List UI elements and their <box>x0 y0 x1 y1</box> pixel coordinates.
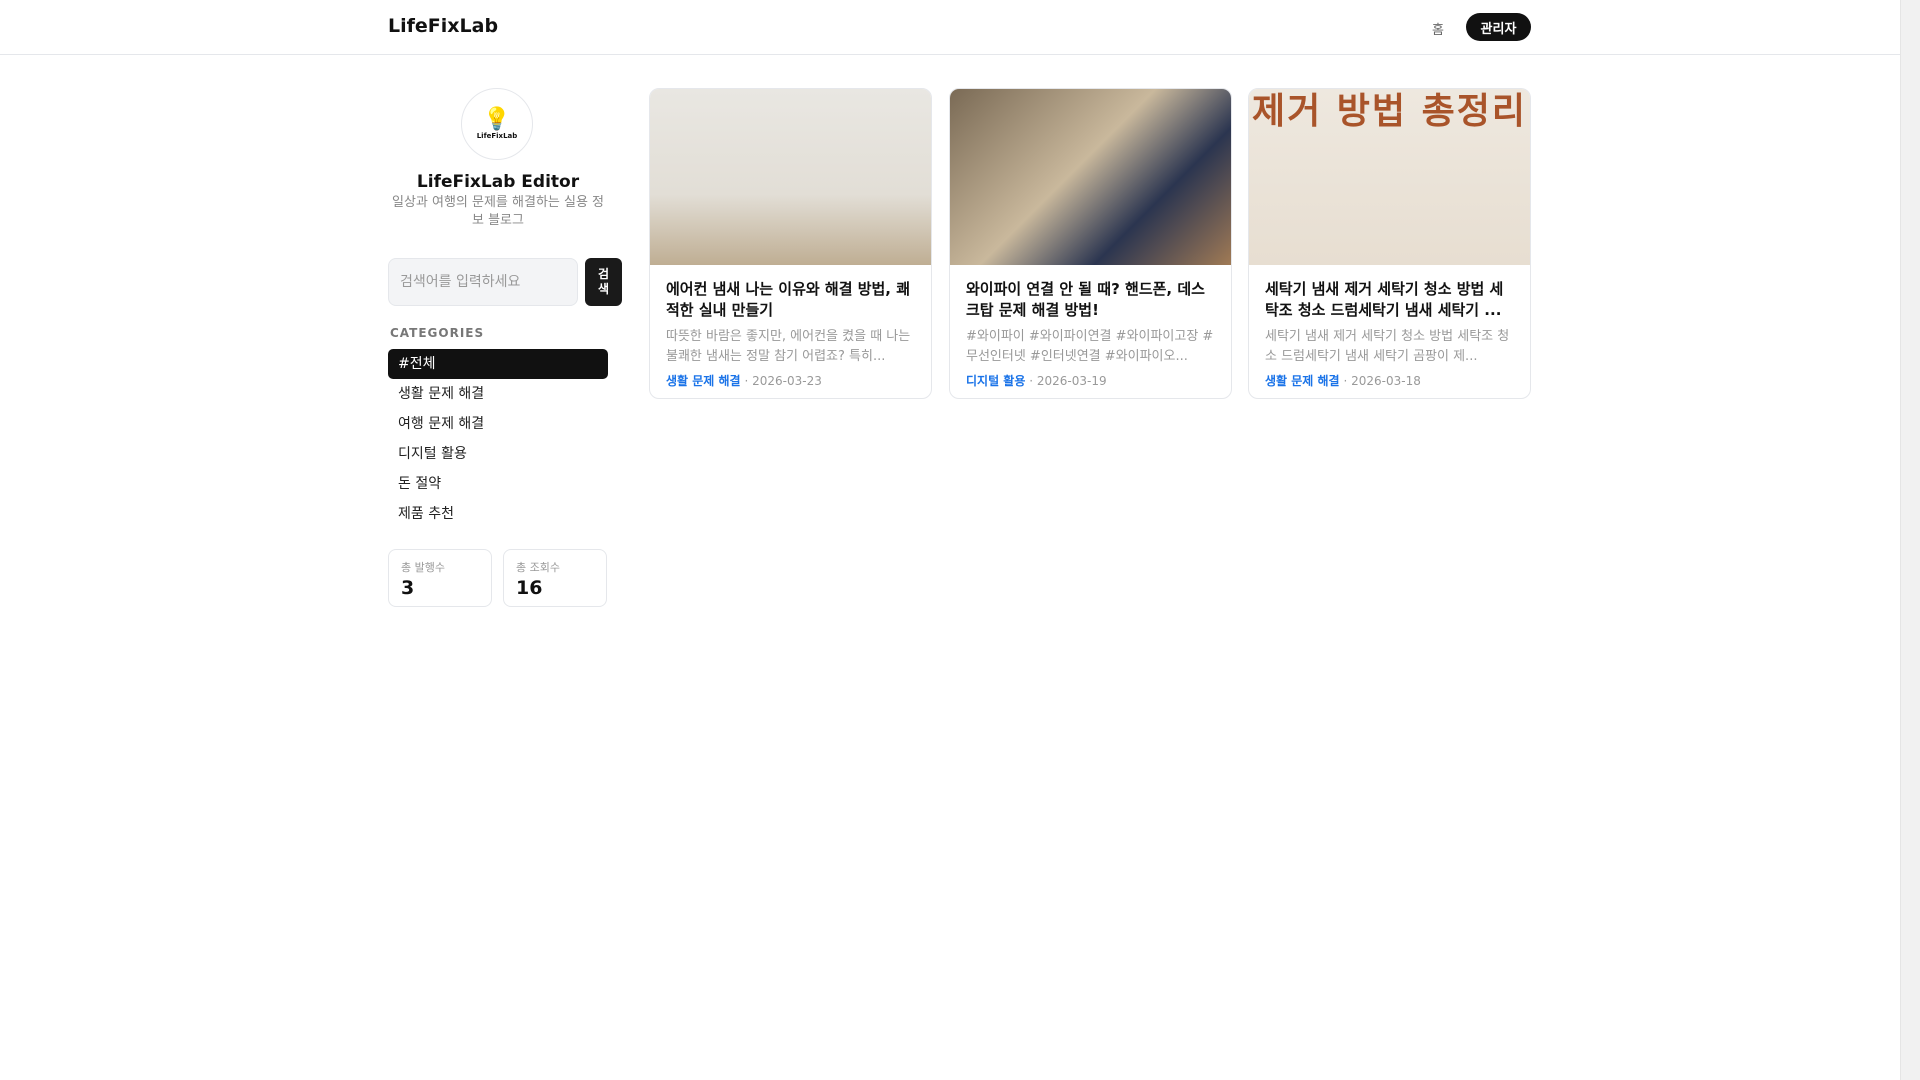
category-all[interactable]: #전체 <box>388 349 608 379</box>
stat-total-views: 총 조회수 16 <box>503 549 607 607</box>
admin-button[interactable]: 관리자 <box>1466 13 1531 41</box>
meta-separator: · <box>1343 374 1348 388</box>
stat-total-posts: 총 발행수 3 <box>388 549 492 607</box>
post-category[interactable]: 디지털 활용 <box>966 374 1025 388</box>
avatar: 💡 LifeFixLab <box>461 88 533 160</box>
category-travel[interactable]: 여행 문제 해결 <box>388 409 608 439</box>
post-card[interactable]: 에어컨 냄새 나는 이유와 해결 방법, 쾌적한 실내 만들기 따뜻한 바람은 … <box>649 88 932 399</box>
post-card[interactable]: 와이파이 연결 안 될 때? 핸드폰, 데스크탑 문제 해결 방법! #와이파이… <box>949 88 1232 399</box>
post-thumbnail[interactable] <box>950 89 1231 265</box>
category-life[interactable]: 생활 문제 해결 <box>388 379 608 409</box>
meta-separator: · <box>744 374 749 388</box>
top-header: LifeFixLab 홈 관리자 <box>0 0 1900 55</box>
category-digital[interactable]: 디지털 활용 <box>388 439 608 469</box>
post-title[interactable]: 와이파이 연결 안 될 때? 핸드폰, 데스크탑 문제 해결 방법! <box>966 279 1215 321</box>
post-date: 2026-03-19 <box>1036 374 1107 388</box>
stat-label: 총 발행수 <box>401 561 445 574</box>
avatar-logo-text: LifeFixLab <box>476 132 518 140</box>
page-scrollbar[interactable] <box>1900 0 1920 1080</box>
post-thumbnail[interactable]: 제거 방법 총정리 <box>1249 89 1530 265</box>
post-category[interactable]: 생활 문제 해결 <box>666 374 741 388</box>
post-thumbnail[interactable] <box>650 89 931 265</box>
meta-separator: · <box>1029 374 1034 388</box>
post-date: 2026-03-18 <box>1351 374 1421 388</box>
post-excerpt: 세탁기 냄새 제거 세탁기 청소 방법 세탁조 청소 드럼세탁기 냄새 세탁기 … <box>1265 329 1510 364</box>
search-input[interactable] <box>388 258 578 306</box>
search-button[interactable]: 검색 <box>585 258 622 306</box>
lightbulb-search-icon: 💡 <box>483 107 511 132</box>
thumbnail-overlay-text: 제거 방법 총정리 <box>1252 91 1527 132</box>
post-card[interactable]: 제거 방법 총정리 세탁기 냄새 제거 세탁기 청소 방법 세탁조 청소 드럼세… <box>1248 88 1531 399</box>
category-money[interactable]: 돈 절약 <box>388 469 608 499</box>
post-category[interactable]: 생활 문제 해결 <box>1265 374 1340 388</box>
post-title[interactable]: 세탁기 냄새 제거 세탁기 청소 방법 세탁조 청소 드럼세탁기 냄새 세탁기 … <box>1265 279 1514 321</box>
stat-value: 16 <box>516 577 543 599</box>
categories-heading: CATEGORIES <box>390 326 485 340</box>
editor-name: LifeFixLab Editor <box>416 172 580 192</box>
post-excerpt: 따뜻한 바람은 좋지만, 에어컨을 켰을 때 나는 불쾌한 냄새는 정말 참기 … <box>666 329 911 364</box>
post-date: 2026-03-23 <box>752 374 822 388</box>
stat-value: 3 <box>401 577 415 599</box>
category-products[interactable]: 제품 추천 <box>388 499 608 529</box>
stat-label: 총 조회수 <box>516 561 560 574</box>
editor-description: 일상과 여행의 문제를 해결하는 실용 정보 블로그 <box>391 195 605 228</box>
nav-home-link[interactable]: 홈 <box>1432 19 1444 38</box>
post-excerpt: #와이파이 #와이파이연결 #와이파이고장 #무선인터넷 #인터넷연결 #와이파… <box>966 329 1214 364</box>
brand-logo[interactable]: LifeFixLab <box>388 15 498 37</box>
category-list: #전체 생활 문제 해결 여행 문제 해결 디지털 활용 돈 절약 제품 추천 <box>388 349 608 529</box>
post-title[interactable]: 에어컨 냄새 나는 이유와 해결 방법, 쾌적한 실내 만들기 <box>666 279 915 321</box>
